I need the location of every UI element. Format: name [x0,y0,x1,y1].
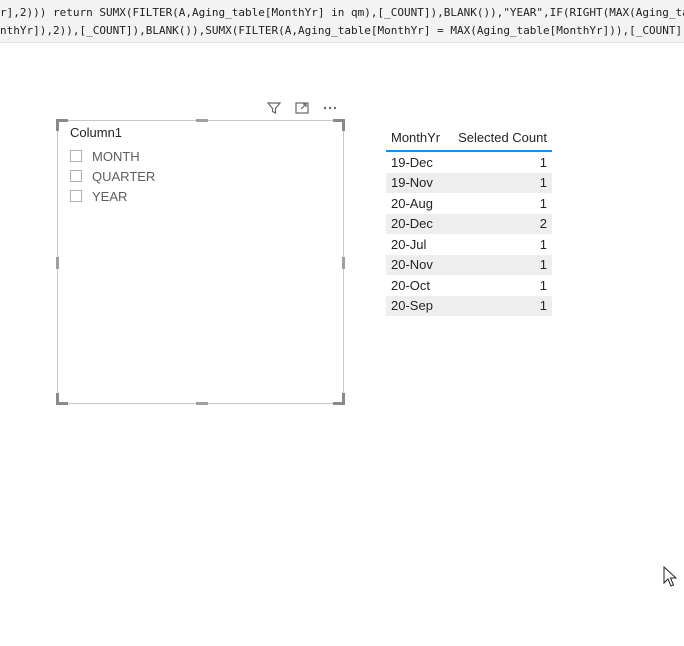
cell-monthyr: 20-Dec [386,213,449,234]
checkbox[interactable] [70,170,82,182]
resize-handle-top[interactable] [196,119,208,122]
cell-count: 1 [539,277,547,293]
slicer-item-label: YEAR [92,188,128,204]
table-header-row: MonthYr Selected Count [386,124,552,152]
formula-line-1[interactable]: r],2))) return SUMX(FILTER(A,Aging_table… [0,6,684,20]
resize-handle-right[interactable] [342,257,345,269]
cell-count: 1 [448,254,552,275]
mouse-cursor-icon [663,565,678,593]
cell-monthyr: 20-Sep [386,295,449,316]
resize-handle-top-left[interactable] [56,119,68,131]
table-row: 20-Dec 2 [386,213,552,234]
slicer-item-list: MONTH QUARTER YEAR [70,146,155,206]
selected-count-table[interactable]: MonthYr Selected Count 19-Dec 1 19-Nov 1… [386,124,552,316]
slicer-item-label: MONTH [92,148,140,164]
visual-header [264,99,340,117]
cell-monthyr: 19-Nov [386,172,449,193]
cell-count: 2 [448,213,552,234]
column-header-monthyr[interactable]: MonthYr [386,124,449,152]
more-options-icon[interactable] [320,99,340,117]
dax-formula-bar[interactable]: r],2))) return SUMX(FILTER(A,Aging_table… [0,0,684,43]
slicer-item-year[interactable]: YEAR [70,186,155,206]
cell-count: 1 [539,236,547,252]
slicer-item-month[interactable]: MONTH [70,146,155,166]
cell-count: 1 [539,154,547,170]
checkbox[interactable] [70,190,82,202]
cell-count: 1 [539,195,547,211]
table-row: 19-Nov 1 [386,172,552,193]
slicer-item-quarter[interactable]: QUARTER [70,166,155,186]
resize-handle-top-right[interactable] [333,119,345,131]
checkbox[interactable] [70,150,82,162]
cell-monthyr: 19-Dec [391,154,433,170]
table-row: 20-Jul 1 [386,234,552,255]
slicer-title: Column1 [70,125,123,140]
column-header-selected-count[interactable]: Selected Count [448,124,552,152]
cell-monthyr: 20-Nov [386,254,449,275]
resize-handle-bottom-right[interactable] [333,393,345,405]
table-row: 19-Dec 1 [386,151,552,173]
cell-monthyr: 20-Oct [391,277,431,293]
table-row: 20-Aug 1 [386,193,552,214]
focus-mode-icon[interactable] [292,99,312,117]
table-row: 20-Nov 1 [386,254,552,275]
cell-count: 1 [448,172,552,193]
table-row: 20-Oct 1 [386,275,552,296]
cell-monthyr: 20-Aug [391,195,433,211]
cell-monthyr: 20-Jul [391,236,427,252]
column1-slicer[interactable]: Column1 MONTH QUARTER YEAR [56,119,345,405]
resize-handle-left[interactable] [56,257,59,269]
formula-line-2[interactable]: nthYr]),2)),[_COUNT]),BLANK()),SUMX(FILT… [0,24,684,38]
cell-count: 1 [448,295,552,316]
resize-handle-bottom[interactable] [196,402,208,405]
table-row: 20-Sep 1 [386,295,552,316]
resize-handle-bottom-left[interactable] [56,393,68,405]
slicer-item-label: QUARTER [92,168,156,184]
filter-icon[interactable] [264,99,284,117]
